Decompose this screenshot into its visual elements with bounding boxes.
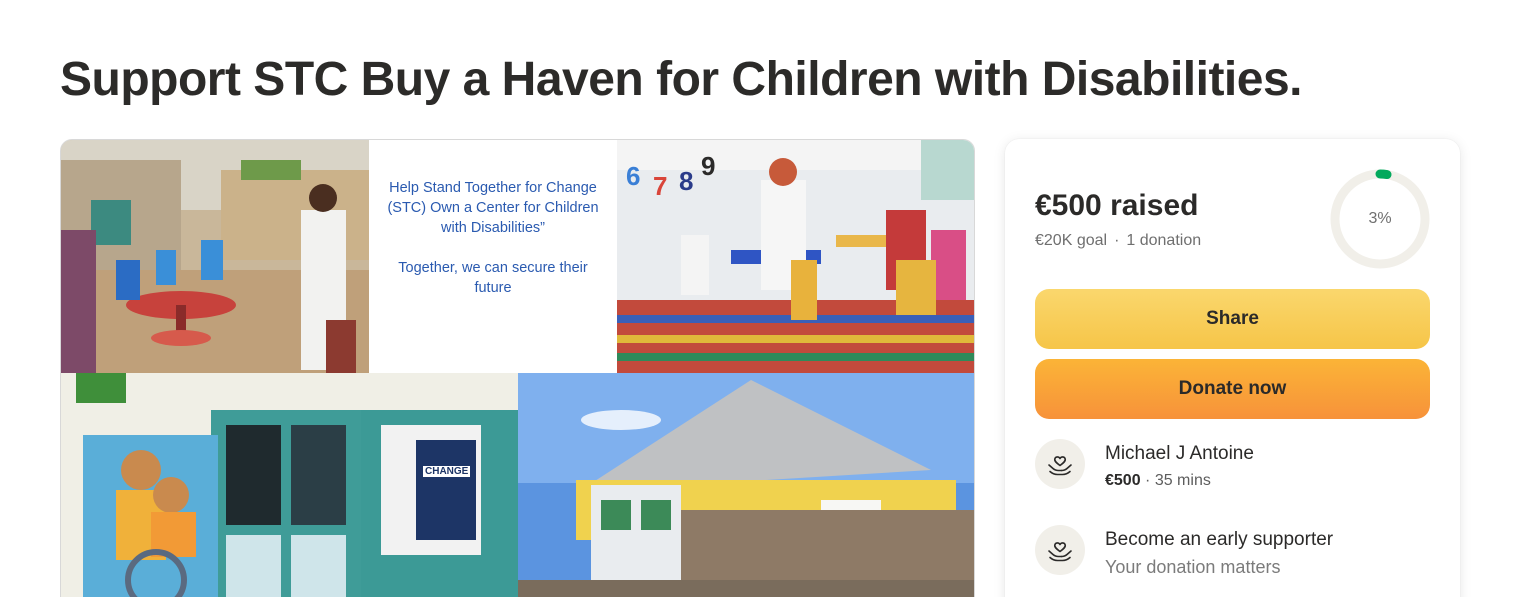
mural-sign-text: CHANGE [423, 466, 471, 477]
svg-text:6: 6 [626, 161, 640, 191]
heart-hands-icon [1035, 525, 1085, 575]
caption-line-4: Together, we can secure their [398, 260, 588, 276]
goal-amount: €20K goal [1035, 232, 1108, 249]
caption-line-2: (STC) Own a Center for Children [387, 200, 599, 216]
donation-time: · 35 mins [1140, 472, 1211, 489]
photo-mural-entrance [61, 373, 518, 597]
early-supporter-subtitle: Your donation matters [1105, 557, 1281, 577]
amount-raised: €500 raised [1035, 189, 1199, 222]
donation-details: €500 · 35 mins [1105, 472, 1211, 490]
svg-text:9: 9 [701, 151, 715, 181]
svg-text:8: 8 [679, 166, 693, 196]
goal-and-donations: €20K goal · 1 donation [1035, 232, 1201, 250]
photo-classroom: 6 7 8 9 [617, 140, 974, 373]
donation-count: 1 donation [1126, 232, 1202, 249]
donation-amount: €500 [1105, 472, 1141, 489]
donation-card: €500 raised €20K goal · 1 donation 3% Shar… [1005, 139, 1460, 597]
share-button[interactable]: Share [1035, 289, 1430, 349]
svg-text:7: 7 [653, 171, 667, 201]
caption-line-1: Help Stand Together for Change [389, 180, 597, 196]
fundraiser-image-collage[interactable]: 6 7 8 9 Help Stand Together for Change (… [60, 139, 975, 597]
page-title: Support STC Buy a Haven for Children wit… [60, 53, 1303, 106]
early-supporter-title: Become an early supporter [1105, 529, 1334, 550]
caption-line-5: future [474, 280, 512, 296]
progress-percent: 3% [1368, 210, 1392, 227]
photo-courtyard [61, 140, 369, 373]
photo-building [518, 373, 974, 597]
caption-line-3: with Disabilities” [441, 220, 545, 236]
donor-name: Michael J Antoine [1105, 443, 1254, 464]
donate-now-button[interactable]: Donate now [1035, 359, 1430, 419]
early-supporter-item: Become an early supporter Your donation … [1035, 525, 1435, 585]
heart-hands-icon [1035, 439, 1085, 489]
recent-donation-item: Michael J Antoine €500 · 35 mins [1035, 439, 1435, 499]
goal-separator: · [1114, 232, 1120, 249]
collage-caption: Help Stand Together for Change (STC) Own… [369, 160, 617, 373]
